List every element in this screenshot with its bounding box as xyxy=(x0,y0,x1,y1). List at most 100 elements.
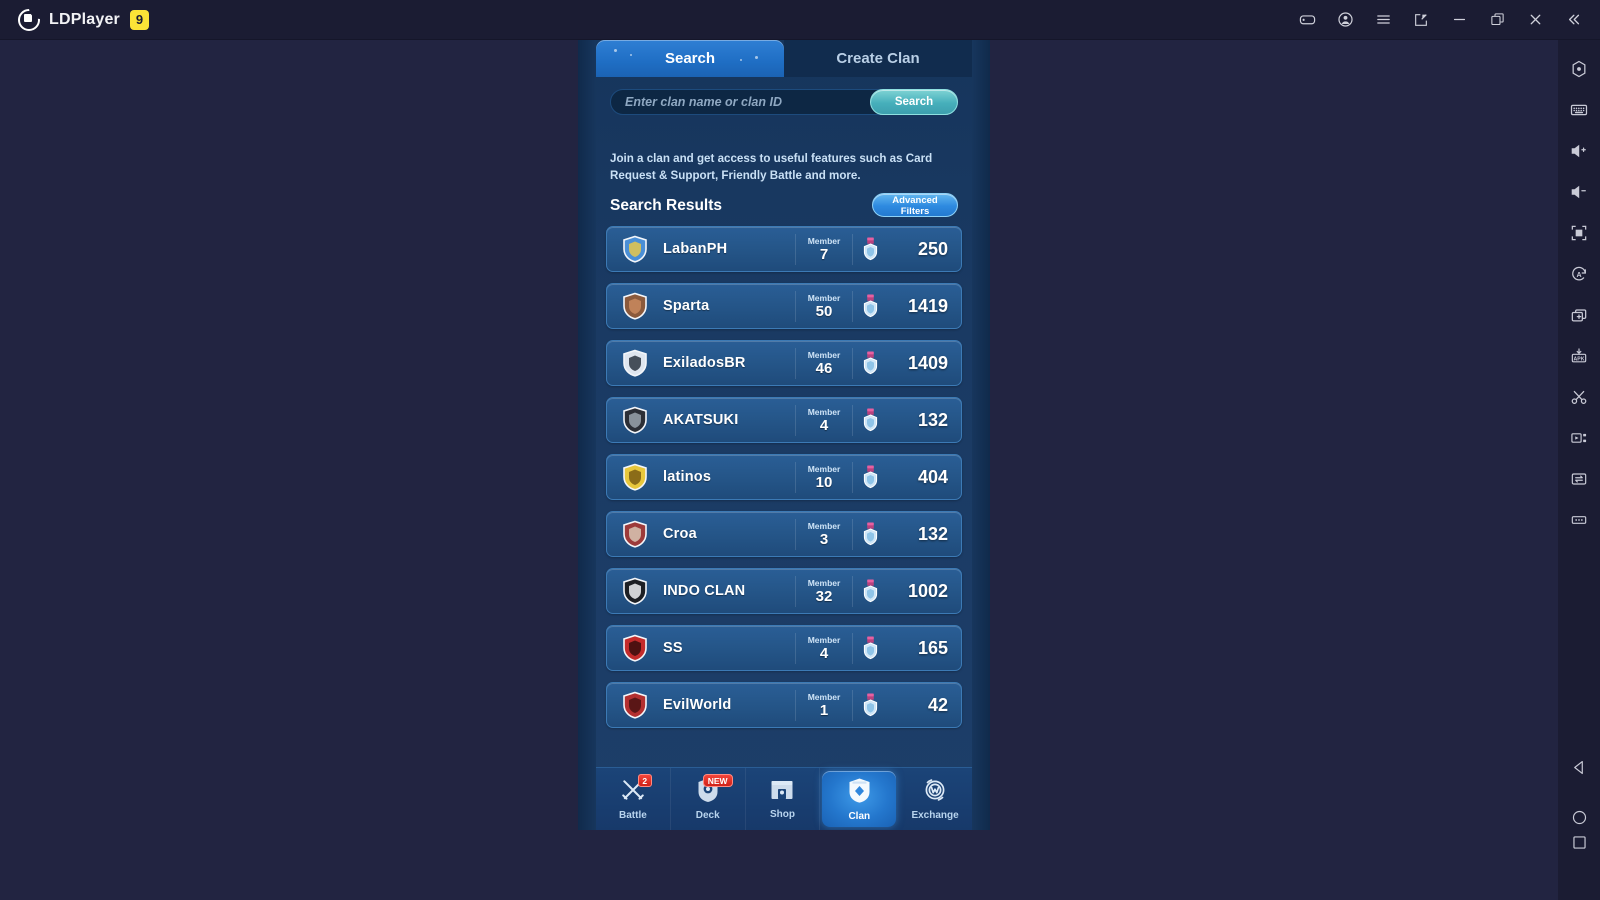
shop-icon xyxy=(769,778,795,807)
clan-name: Sparta xyxy=(663,298,710,314)
auto-rotate-icon[interactable]: A xyxy=(1558,253,1600,294)
clan-row[interactable]: latinos Member 10 404 xyxy=(606,454,962,500)
account-icon[interactable] xyxy=(1326,0,1364,40)
trophy-medal-icon xyxy=(853,579,887,603)
clan-score: 250 xyxy=(917,238,948,259)
clan-member-cell: Member 3 xyxy=(795,518,853,550)
clan-name: INDO CLAN xyxy=(663,583,746,599)
member-label: Member xyxy=(807,292,841,303)
member-label: Member xyxy=(807,577,841,588)
clan-score: 1419 xyxy=(907,295,948,316)
member-count: 1 xyxy=(819,701,829,719)
close-icon[interactable] xyxy=(1516,0,1554,40)
clan-name: LabanPH xyxy=(663,241,728,257)
nav-item-battle[interactable]: 2 Battle xyxy=(596,768,671,830)
scissors-icon[interactable] xyxy=(1558,376,1600,417)
volume-up-icon[interactable] xyxy=(1558,130,1600,171)
svg-text:APK: APK xyxy=(1574,356,1585,362)
viewport-right-edge xyxy=(972,40,990,830)
svg-text:A: A xyxy=(1576,270,1581,278)
settings-icon[interactable] xyxy=(1558,48,1600,89)
clan-row[interactable]: INDO CLAN Member 32 1002 xyxy=(606,568,962,614)
gamepad-icon[interactable] xyxy=(1288,0,1326,40)
advanced-filters-button[interactable]: Advanced Filters xyxy=(872,193,958,217)
clan-name: AKATSUKI xyxy=(663,412,739,428)
member-label: Member xyxy=(807,235,841,246)
clan-row[interactable]: Sparta Member 50 1419 xyxy=(606,283,962,329)
recents-icon[interactable] xyxy=(1558,835,1600,900)
trophy-medal-icon xyxy=(853,522,887,546)
clan-badge-icon xyxy=(607,577,663,605)
tab-search[interactable]: Search xyxy=(596,40,784,77)
member-count: 4 xyxy=(819,416,829,434)
member-count: 10 xyxy=(815,473,833,491)
clan-description: Join a clan and get access to useful fea… xyxy=(610,152,933,182)
collapse-icon[interactable] xyxy=(1554,0,1592,40)
clan-results-list: LabanPH Member 7 250 Sparta Member 50 1419 Exila… xyxy=(606,226,962,739)
nav-item-label: Clan xyxy=(848,810,871,822)
clan-row[interactable]: AKATSUKI Member 4 132 xyxy=(606,397,962,443)
member-label: Member xyxy=(807,406,841,417)
clan-score: 132 xyxy=(917,523,948,544)
multi-instance-icon[interactable] xyxy=(1558,294,1600,335)
member-count: 3 xyxy=(819,530,829,548)
record-icon[interactable] xyxy=(1558,417,1600,458)
clan-member-cell: Member 50 xyxy=(795,290,853,322)
nav-item-exchange[interactable]: Exchange xyxy=(898,768,972,830)
nav-item-label: Deck xyxy=(695,810,720,821)
search-button[interactable]: Search xyxy=(870,89,958,115)
titlebar: LDPlayer 9 xyxy=(0,0,1600,40)
minimize-icon[interactable] xyxy=(1440,0,1478,40)
clan-row[interactable]: LabanPH Member 7 250 xyxy=(606,226,962,272)
tab-search-label: Search xyxy=(664,50,716,67)
brand-name: LDPlayer xyxy=(49,10,120,28)
results-header: Search Results Advanced Filters xyxy=(610,193,958,219)
clan-member-cell: Member 4 xyxy=(795,404,853,436)
nav-item-deck[interactable]: NEW Deck xyxy=(671,768,746,830)
clan-row[interactable]: SS Member 4 165 xyxy=(606,625,962,671)
nav-item-label: Battle xyxy=(619,810,647,821)
titlebar-controls xyxy=(1288,0,1600,40)
keyboard-icon[interactable] xyxy=(1558,89,1600,130)
nav-item-label: Shop xyxy=(769,809,795,820)
clan-badge-icon xyxy=(607,406,663,434)
member-label: Member xyxy=(807,349,841,360)
game-bottom-nav: 2 Battle NEW Deck Shop Clan Exchange xyxy=(596,767,972,830)
fullscreen-icon[interactable] xyxy=(1558,212,1600,253)
tab-create-clan-label: Create Clan xyxy=(836,50,920,67)
clan-tabs: Search Create Clan xyxy=(596,40,972,77)
member-count: 7 xyxy=(819,245,829,263)
clan-member-cell: Member 32 xyxy=(795,575,853,607)
clan-badge-icon xyxy=(607,235,663,263)
member-count: 32 xyxy=(815,587,833,605)
more-icon[interactable] xyxy=(1558,499,1600,540)
apk-install-icon[interactable]: APK xyxy=(1558,335,1600,376)
clan-row[interactable]: EvilWorld Member 1 42 xyxy=(606,682,962,728)
clan-shield-icon xyxy=(847,777,872,809)
ldplayer-logo-icon xyxy=(18,8,41,31)
nav-badge: NEW xyxy=(702,774,733,787)
menu-icon[interactable] xyxy=(1364,0,1402,40)
share-icon[interactable] xyxy=(1402,0,1440,40)
advanced-filters-line2: Filters xyxy=(900,206,930,217)
clan-member-cell: Member 10 xyxy=(795,461,853,493)
file-transfer-icon[interactable] xyxy=(1558,458,1600,499)
clan-badge-icon xyxy=(607,634,663,662)
clan-row[interactable]: Croa Member 3 132 xyxy=(606,511,962,557)
nav-item-clan[interactable]: Clan xyxy=(822,771,897,827)
back-icon[interactable] xyxy=(1558,742,1600,792)
tab-create-clan[interactable]: Create Clan xyxy=(784,40,972,77)
clan-member-cell: Member 46 xyxy=(795,347,853,379)
clan-name: Croa xyxy=(663,526,697,542)
member-count: 46 xyxy=(815,359,833,377)
volume-down-icon[interactable] xyxy=(1558,171,1600,212)
trophy-medal-icon xyxy=(853,351,887,375)
clan-name: SS xyxy=(663,640,683,656)
nav-item-shop[interactable]: Shop xyxy=(746,768,821,830)
game-viewport: Search Create Clan Enter clan name or cl… xyxy=(578,40,990,830)
clan-badge-icon xyxy=(607,520,663,548)
clan-score: 404 xyxy=(917,466,948,487)
maximize-icon[interactable] xyxy=(1478,0,1516,40)
member-label: Member xyxy=(807,634,841,645)
clan-row[interactable]: ExiladosBR Member 46 1409 xyxy=(606,340,962,386)
